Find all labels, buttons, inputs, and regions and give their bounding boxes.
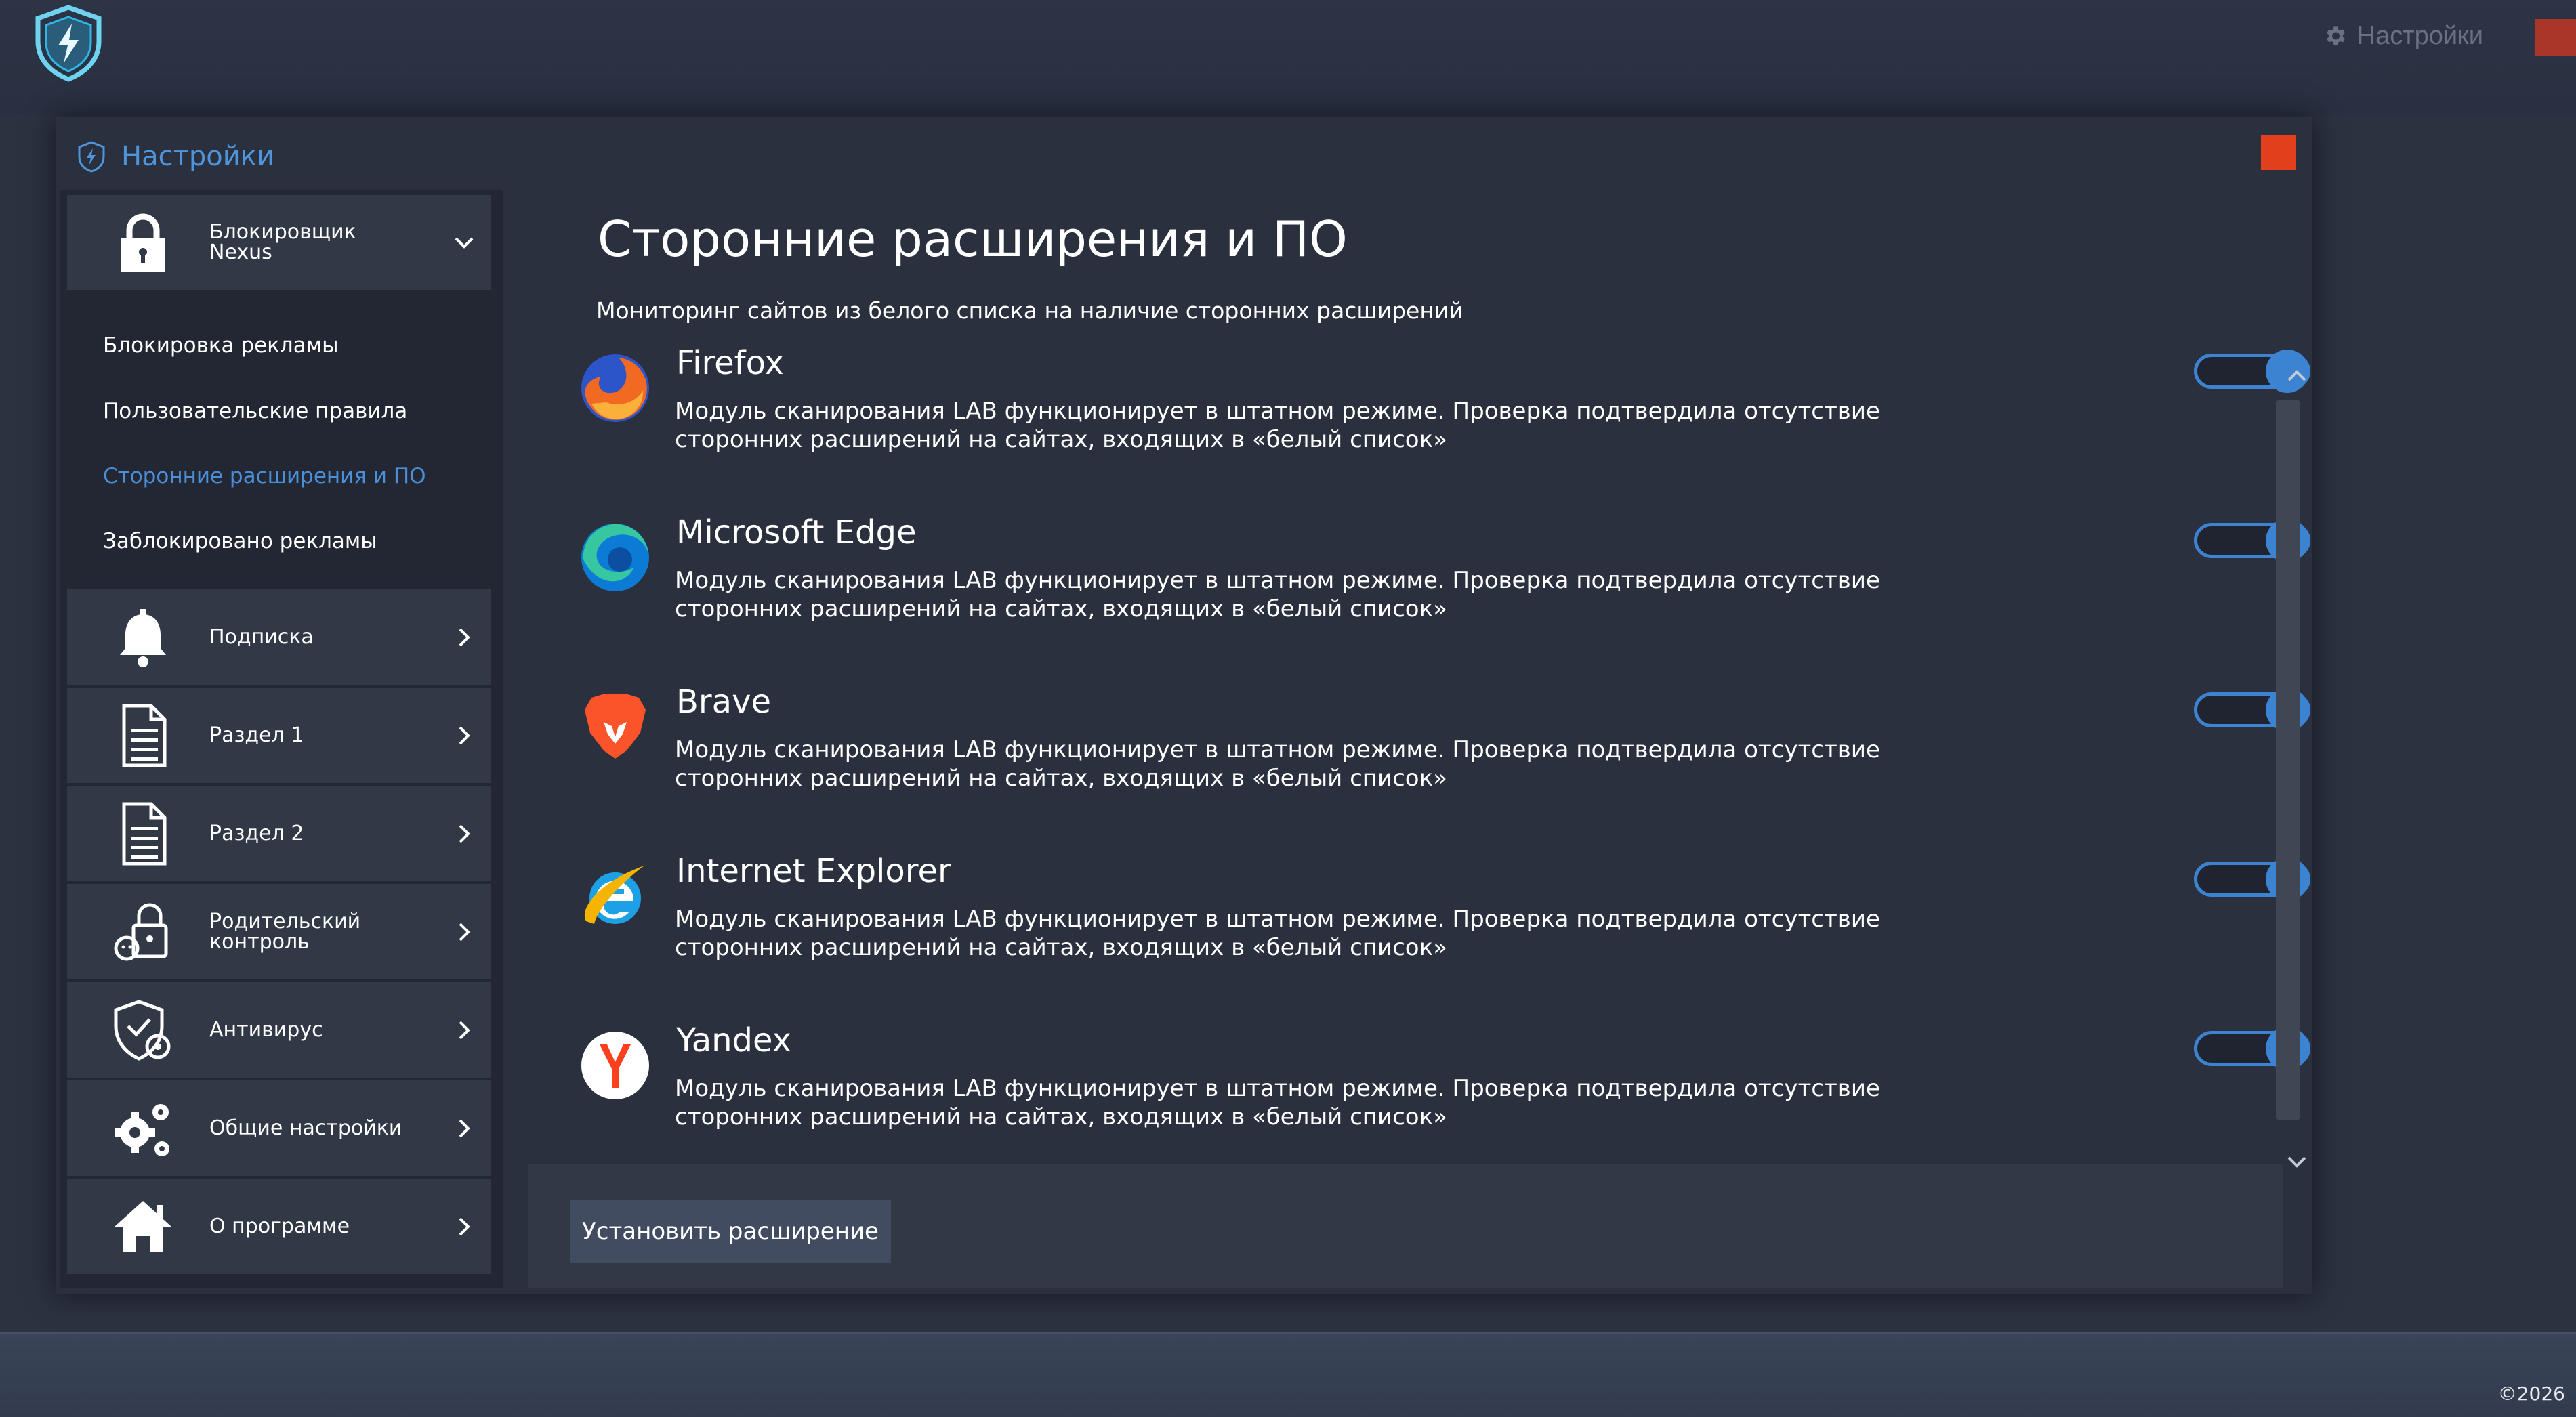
parental-lock-icon xyxy=(109,898,177,966)
window-close-button[interactable] xyxy=(2535,19,2576,56)
sidebar-item-section-1[interactable]: Раздел 1 xyxy=(67,688,491,783)
edge-icon xyxy=(578,520,652,595)
settings-dialog: Настройки Блокировщик Nexus Блокировка р… xyxy=(56,117,2312,1294)
brave-lion-icon xyxy=(578,690,652,764)
top-settings-button[interactable]: Настройки xyxy=(2322,19,2483,53)
sidebar-item-label: Блокировщик Nexus xyxy=(209,220,356,264)
subitem-third-party-extensions[interactable]: Сторонние расширения и ПО xyxy=(103,464,426,488)
top-settings-label: Настройки xyxy=(2356,21,2483,50)
yandex-icon xyxy=(578,1028,652,1103)
browser-list: Firefox Модуль сканирования LAB функцион… xyxy=(578,344,2310,1279)
lock-icon xyxy=(109,209,177,276)
chevron-right-icon xyxy=(451,1017,478,1044)
browser-description: Модуль сканирования LAB функционирует в … xyxy=(675,736,1880,792)
dialog-title-bar: Настройки xyxy=(77,129,274,184)
page-title: Сторонние расширения и ПО xyxy=(598,211,1348,268)
sidebar-item-general-settings[interactable]: Общие настройки xyxy=(67,1080,491,1176)
sidebar-item-subscription[interactable]: Подписка xyxy=(67,589,491,685)
top-bar: Настройки xyxy=(0,0,2576,115)
chevron-right-icon xyxy=(451,1115,478,1142)
app-shield-logo-icon xyxy=(33,3,104,82)
bell-icon xyxy=(109,604,177,671)
chevron-down-icon xyxy=(451,229,478,256)
shield-gear-icon xyxy=(109,996,177,1064)
sidebar: Блокировщик Nexus Блокировка рекламы Пол… xyxy=(60,190,503,1288)
document-icon xyxy=(109,702,177,769)
shield-icon xyxy=(78,141,105,173)
sidebar-item-section-2[interactable]: Раздел 2 xyxy=(67,786,491,881)
sidebar-item-label: Общие настройки xyxy=(209,1116,402,1140)
list-item-firefox: Firefox Модуль сканирования LAB функцион… xyxy=(578,344,2310,513)
sidebar-item-about[interactable]: О программе xyxy=(67,1179,491,1274)
internet-explorer-icon xyxy=(578,859,652,933)
browser-description: Модуль сканирования LAB функционирует в … xyxy=(675,906,1880,961)
chevron-right-icon xyxy=(451,722,478,749)
subitem-custom-rules[interactable]: Пользовательские правила xyxy=(103,399,407,423)
firefox-icon xyxy=(578,351,652,425)
copyright-text: ©2026 xyxy=(2497,1382,2565,1405)
action-bar: Установить расширение xyxy=(528,1164,2283,1288)
sidebar-item-label: Раздел 1 xyxy=(209,723,304,747)
chevron-right-icon xyxy=(451,1213,478,1240)
footer-bar: ©2026 xyxy=(0,1332,2576,1417)
sidebar-item-label: О программе xyxy=(209,1214,350,1238)
gear-icon xyxy=(2326,26,2345,45)
browser-description: Модуль сканирования LAB функционирует в … xyxy=(675,1075,1880,1130)
scroll-up-chevron-icon[interactable] xyxy=(2282,361,2312,391)
sidebar-item-label: Подписка xyxy=(209,625,314,649)
page-subtitle: Мониторинг сайтов из белого списка на на… xyxy=(596,297,1463,324)
sidebar-item-parental-control[interactable]: Родительский контроль xyxy=(67,884,491,979)
home-icon xyxy=(109,1193,177,1261)
sidebar-item-antivirus[interactable]: Антивирус xyxy=(67,982,491,1078)
sidebar-item-label: Раздел 2 xyxy=(209,821,304,845)
sidebar-item-label: Антивирус xyxy=(209,1017,323,1042)
dialog-title: Настройки xyxy=(121,141,274,172)
browser-description: Модуль сканирования LAB функционирует в … xyxy=(675,398,1880,453)
subitem-blocked-ads[interactable]: Заблокировано рекламы xyxy=(103,529,377,553)
document-icon xyxy=(109,800,177,868)
browser-name: Brave xyxy=(676,683,772,721)
chevron-right-icon xyxy=(451,624,478,651)
sidebar-item-blocker-nexus[interactable]: Блокировщик Nexus xyxy=(67,195,491,290)
chevron-right-icon xyxy=(451,820,478,847)
sidebar-item-label: Родительский контроль xyxy=(209,909,361,954)
dialog-close-button[interactable] xyxy=(2261,135,2296,170)
scrollbar-thumb[interactable] xyxy=(2276,400,2300,1120)
browser-name: Firefox xyxy=(676,344,784,382)
install-extension-button[interactable]: Установить расширение xyxy=(570,1200,891,1263)
list-item-internet-explorer: Internet Explorer Модуль сканирования LA… xyxy=(578,852,2310,1021)
list-item-microsoft-edge: Microsoft Edge Модуль сканирования LAB ф… xyxy=(578,513,2310,683)
browser-name: Internet Explorer xyxy=(676,852,951,890)
scroll-down-chevron-icon[interactable] xyxy=(2282,1147,2312,1177)
list-item-brave: Brave Модуль сканирования LAB функционир… xyxy=(578,683,2310,852)
browser-name: Yandex xyxy=(676,1021,792,1059)
chevron-right-icon xyxy=(451,918,478,946)
browser-description: Модуль сканирования LAB функционирует в … xyxy=(675,567,1880,622)
subitem-ad-blocking[interactable]: Блокировка рекламы xyxy=(103,333,339,358)
browser-name: Microsoft Edge xyxy=(676,513,917,551)
gears-icon xyxy=(109,1095,177,1162)
